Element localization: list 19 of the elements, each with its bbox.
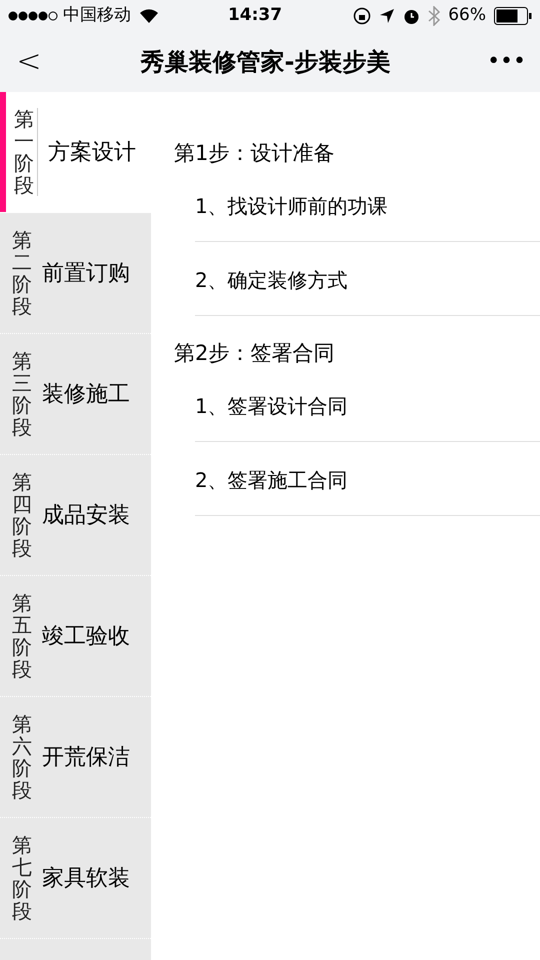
back-button[interactable]: < bbox=[14, 47, 44, 77]
bluetooth-icon bbox=[428, 6, 440, 26]
task-item[interactable]: 2、确定装修方式 bbox=[195, 242, 540, 316]
task-item[interactable]: 2、签署施工合同 bbox=[195, 442, 540, 516]
rotation-lock-icon bbox=[353, 7, 372, 25]
page-title: 秀巢装修管家-步装步美 bbox=[140, 48, 391, 76]
clock-time: 14:37 bbox=[228, 5, 282, 26]
battery-icon bbox=[494, 7, 532, 25]
alarm-clock-icon bbox=[403, 8, 420, 24]
task-item[interactable]: 1、找设计师前的功课 bbox=[195, 168, 540, 242]
more-button[interactable]: ••• bbox=[487, 51, 526, 73]
task-item[interactable]: 1、签署设计合同 bbox=[195, 368, 540, 442]
carrier-name: 中国移动 bbox=[63, 4, 131, 28]
location-arrow-icon bbox=[379, 8, 396, 24]
battery-percentage: 66% bbox=[448, 4, 486, 28]
step-heading: 第2步：签署合同 bbox=[173, 340, 336, 367]
wifi-icon bbox=[140, 9, 158, 23]
signal-icon bbox=[8, 11, 60, 21]
step-heading: 第1步：设计准备 bbox=[173, 140, 336, 167]
